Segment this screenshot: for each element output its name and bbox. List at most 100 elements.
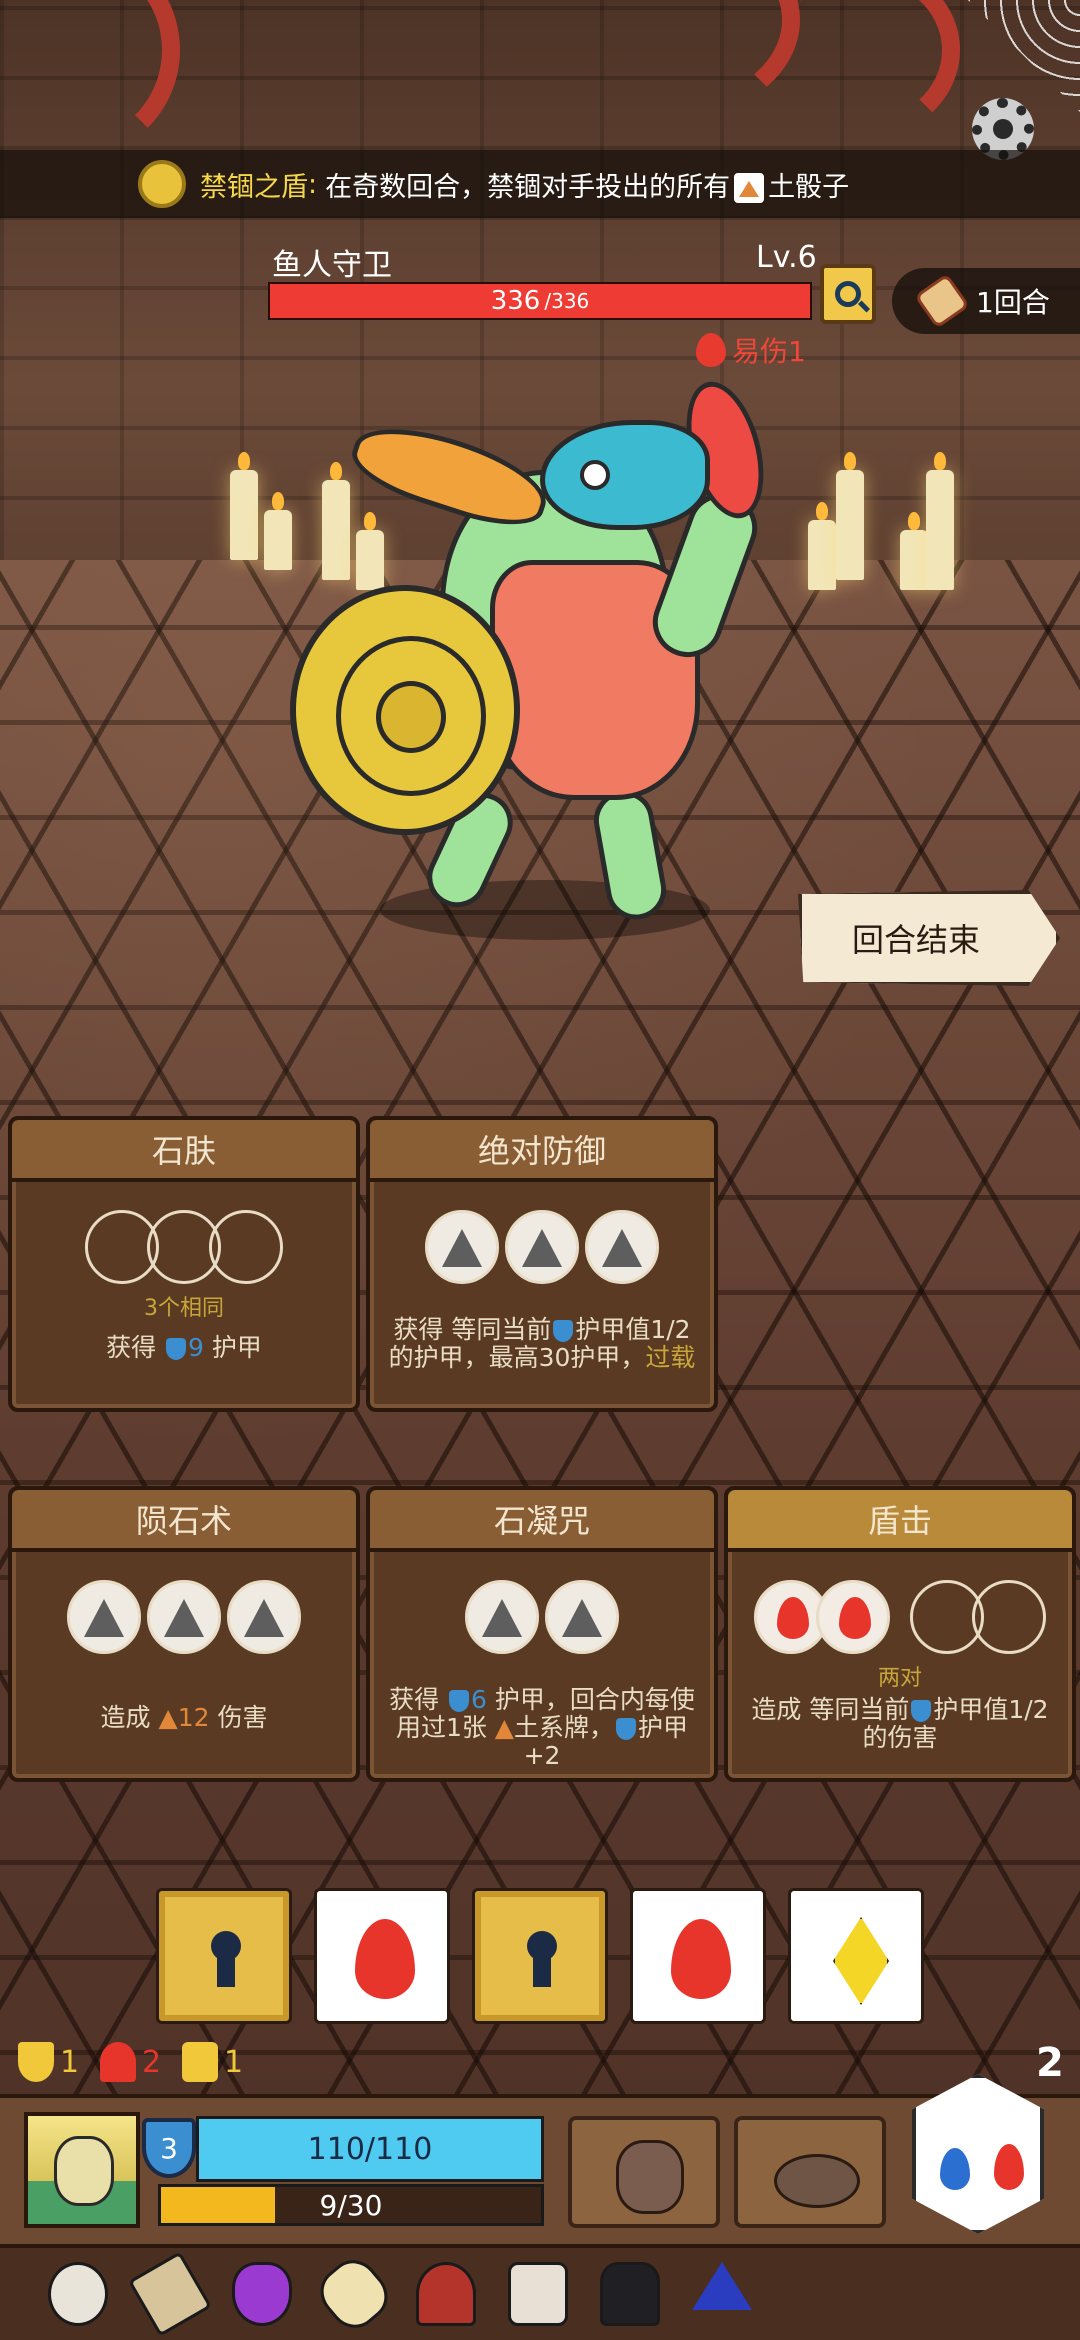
card-description: 获得 6 护甲，回合内每使用过1张 ▲土系牌， 护甲+2 [380, 1686, 704, 1770]
earth-small-icon: ▲ [494, 1713, 515, 1742]
desc-value: 12 [177, 1703, 210, 1732]
enemy-name: 鱼人守卫 [272, 248, 392, 283]
player-hp-bar: 110/110 [196, 2116, 544, 2182]
reroll-count: 2 [1036, 2040, 1064, 2086]
enemy-level: Lv.6 [756, 240, 817, 275]
armor-value: 1 [60, 2044, 80, 2080]
desc-suffix: 护甲 [211, 1333, 262, 1362]
heart-stat: 2 [100, 2042, 161, 2082]
desc-value: 9 [188, 1333, 204, 1362]
desc-line2: 的伤害 [862, 1723, 938, 1752]
mirror-shape [48, 2262, 108, 2326]
helmet-shape [416, 2262, 476, 2326]
armor-stat: 1 [18, 2042, 79, 2082]
heart-value: 2 [142, 2044, 162, 2080]
skill-card-absolute-defense[interactable]: 绝对防御 获得 等同当前 护甲值1/2 的护甲，最高30护甲，过载 [366, 1116, 718, 1412]
player-xp-bar: 9/30 [158, 2184, 544, 2226]
hexagram-shape [692, 2262, 752, 2310]
card-dice-slots [370, 1210, 714, 1284]
flute-icon[interactable] [310, 2250, 398, 2338]
potion-icon[interactable] [220, 2254, 304, 2334]
candle [836, 452, 864, 580]
dice-fire[interactable] [630, 1888, 766, 2024]
scroll-icon [914, 273, 970, 329]
end-turn-button[interactable]: 回合结束 [798, 890, 1060, 986]
candle [230, 452, 258, 560]
rock-claw-icon[interactable] [734, 2116, 886, 2228]
inspect-enemy-button[interactable] [820, 264, 876, 324]
earth-slot-icon [505, 1210, 579, 1284]
portrait-face [54, 2136, 114, 2206]
lock-icon [182, 2042, 218, 2082]
armor-icon [616, 1718, 637, 1740]
earth-slot-icon [545, 1580, 619, 1654]
mirror-icon[interactable] [36, 2254, 120, 2334]
card-description: 造成 等同当前 护甲值1/2 的伤害 [738, 1696, 1062, 1752]
dice-locked[interactable] [472, 1888, 608, 2024]
card-condition: 两对 [877, 1666, 922, 1691]
armor-icon [911, 1700, 932, 1722]
dice-locked[interactable] [156, 1888, 292, 2024]
dice-gem[interactable] [788, 1888, 924, 2024]
lock-stat: 1 [182, 2042, 243, 2082]
inventory-bar [0, 2248, 1080, 2340]
hammer-icon[interactable] [128, 2251, 212, 2337]
golden-shield [290, 585, 520, 835]
skill-card-stone-skin[interactable]: 石肤 3个相同 获得 9 护甲 [8, 1116, 360, 1412]
card-condition: 3个相同 [144, 1296, 224, 1321]
desc-line1b: 护甲值1/2 [933, 1695, 1049, 1724]
passive-title: 禁锢之盾 [200, 171, 308, 203]
hammer-shape [128, 2251, 212, 2337]
card-title: 陨石术 [12, 1490, 356, 1552]
round-counter: 1回合 [892, 268, 1080, 334]
spiked-fist-icon[interactable] [568, 2116, 720, 2228]
player-level-badge: 3 [142, 2118, 196, 2178]
card-description: 获得 9 护甲 [22, 1334, 346, 1362]
armor-icon [553, 1320, 574, 1342]
player-portrait[interactable] [24, 2112, 140, 2228]
potion-shape [232, 2262, 292, 2326]
passive-text-after: 土骰子 [768, 171, 850, 203]
candle [264, 492, 292, 570]
earth-damage-icon: ▲ [158, 1703, 178, 1732]
card-dice-slots [728, 1580, 1072, 1654]
helmet-icon[interactable] [404, 2254, 488, 2334]
dice-fire[interactable] [314, 1888, 450, 2024]
passive-text-before: 在奇数回合，禁锢对手投出的所有 [325, 171, 731, 203]
candle [900, 512, 928, 590]
skill-card-meteor[interactable]: 陨石术 造成 ▲12 伤害 [8, 1486, 360, 1782]
earth-slot-icon [147, 1580, 221, 1654]
armor-icon [18, 2042, 54, 2082]
armor-icon [166, 1338, 187, 1360]
lock-value: 1 [224, 2044, 244, 2080]
hexagram-icon[interactable] [680, 2254, 764, 2334]
empty-dice-slot [972, 1580, 1046, 1654]
desc-a: 获得 [389, 1685, 440, 1714]
round-label: 1回合 [976, 286, 1050, 319]
scroll-item-icon[interactable] [496, 2254, 580, 2334]
monster-head [540, 420, 710, 530]
card-dice-slots [370, 1580, 714, 1654]
top-hat-icon[interactable] [588, 2254, 672, 2334]
desc-value: 6 [471, 1685, 487, 1714]
scroll-shape [508, 2262, 568, 2326]
card-title: 绝对防御 [370, 1120, 714, 1182]
card-description: 获得 等同当前 护甲值1/2 的护甲，最高30护甲，过载 [380, 1316, 704, 1372]
skill-card-shield-bash[interactable]: 盾击 两对 造成 等同当前 护甲值1/2 的伤害 [724, 1486, 1076, 1782]
enemy-hp-max: /336 [544, 289, 590, 313]
xp-text: 9/30 [319, 2188, 383, 2222]
card-description: 造成 ▲12 伤害 [22, 1704, 346, 1732]
empty-dice-slot [209, 1210, 283, 1284]
fish-hat [344, 410, 556, 540]
monster-eye [580, 460, 610, 490]
earth-slot-icon [67, 1580, 141, 1654]
magnifier-icon [835, 281, 861, 307]
candle [808, 502, 836, 590]
skill-card-stone-curse[interactable]: 石凝咒 获得 6 护甲，回合内每使用过1张 ▲土系牌， 护甲+2 [366, 1486, 718, 1782]
fishman-guard-sprite[interactable] [290, 360, 810, 950]
flute-shape [310, 2250, 398, 2338]
fire-slot-icon [816, 1580, 890, 1654]
desc-line1: 造成 等同当前 [751, 1695, 910, 1724]
desc-line1b: 护甲值1/2 [575, 1315, 691, 1344]
passive-text: 在奇数回合，禁锢对手投出的所有 土骰子 [325, 165, 849, 204]
